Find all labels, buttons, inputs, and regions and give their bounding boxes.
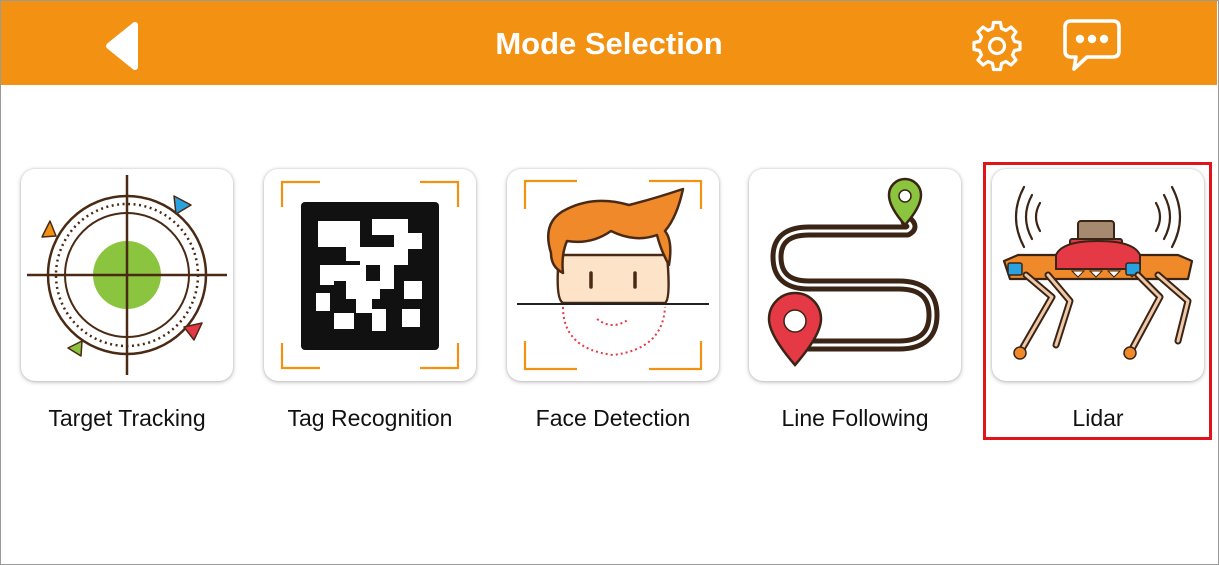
mode-card-lidar[interactable] (992, 169, 1204, 381)
mode-card-tag-recognition[interactable] (264, 169, 476, 381)
page-title: Mode Selection (495, 26, 723, 61)
target-tracking-icon (27, 175, 227, 375)
mode-card-target-tracking[interactable] (21, 169, 233, 381)
mode-card-line-following[interactable] (749, 169, 961, 381)
settings-button[interactable] (969, 19, 1025, 73)
mode-label-lidar[interactable]: Lidar (978, 405, 1218, 432)
line-following-icon (767, 177, 940, 367)
tag-recognition-icon (280, 180, 460, 370)
lidar-robot-dog-icon (1002, 185, 1194, 360)
message-button[interactable] (1061, 17, 1123, 73)
mode-label-face-detection[interactable]: Face Detection (493, 405, 733, 432)
mode-label-target-tracking[interactable]: Target Tracking (7, 405, 247, 432)
chat-bubble-icon (1063, 19, 1121, 71)
mode-label-tag-recognition[interactable]: Tag Recognition (250, 405, 490, 432)
gear-icon (972, 20, 1022, 72)
back-button[interactable] (99, 21, 147, 71)
mode-label-line-following[interactable]: Line Following (735, 405, 975, 432)
mode-card-face-detection[interactable] (507, 169, 719, 381)
header-bar: Mode Selection (1, 1, 1217, 85)
face-detection-icon (517, 179, 709, 371)
back-arrow-icon (106, 22, 138, 70)
